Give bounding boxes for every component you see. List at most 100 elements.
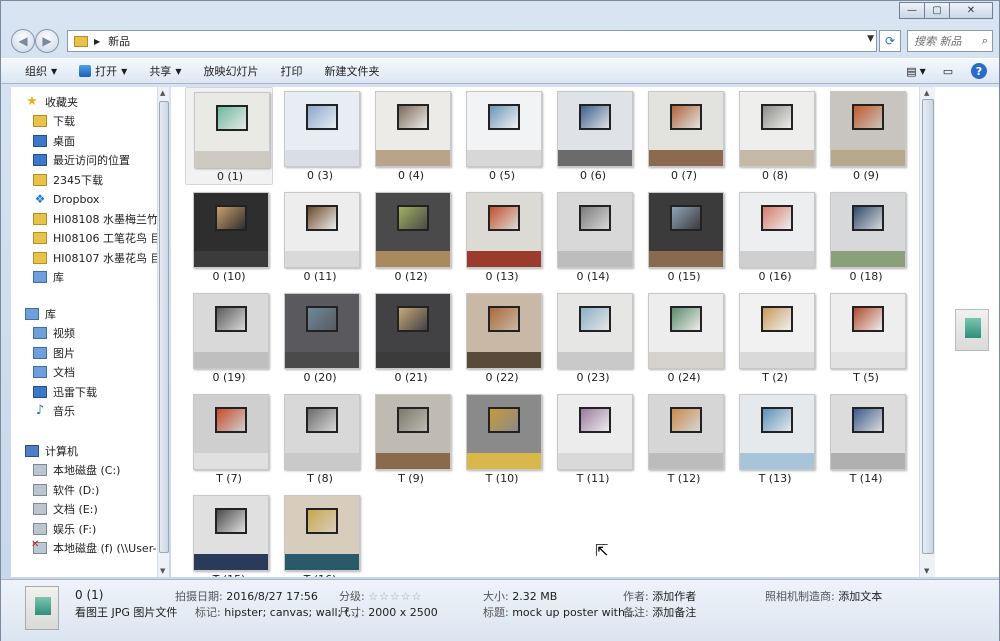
nav-library-header[interactable]: 库 <box>25 304 56 323</box>
explorer-window: — ▢ ✕ ◀ ▶ ▶ 新品 ▼ ⟳ 搜索 新品 ⌕ 组织 ▼ 打开 ▼ 共享 ▼ 放… <box>0 0 1000 641</box>
scroll-down-icon[interactable]: ▼ <box>160 567 165 575</box>
nav-favorites-item[interactable]: 最近访问的位置 <box>33 151 130 170</box>
nav-computer-item[interactable]: 软件 (D:) <box>33 480 99 499</box>
preview-pane-button[interactable]: ▭ <box>939 62 957 80</box>
navigation-scrollbar[interactable]: ▲ ▼ <box>157 87 169 577</box>
file-thumbnail-item[interactable]: 0 (7) <box>640 87 728 185</box>
file-thumbnail-item[interactable]: 0 (16) <box>731 188 819 286</box>
slideshow-button[interactable]: 放映幻灯片 <box>192 59 269 83</box>
thumbnail-furniture <box>831 452 905 469</box>
nav-library-item[interactable]: ♪ 音乐 <box>33 402 75 421</box>
print-label: 打印 <box>280 65 303 78</box>
file-thumbnail-item[interactable]: 0 (22) <box>458 289 546 387</box>
scroll-thumb[interactable] <box>159 101 169 553</box>
rating-stars[interactable]: ☆☆☆☆☆ <box>368 590 422 603</box>
file-thumbnail-item[interactable]: 0 (5) <box>458 87 546 185</box>
nav-library-item[interactable]: 迅雷下载 <box>33 382 97 401</box>
search-input[interactable]: 搜索 新品 ⌕ <box>907 30 993 52</box>
file-thumbnail-item[interactable]: T (9) <box>367 390 455 488</box>
search-icon[interactable]: ⌕ <box>982 34 988 48</box>
comment-value[interactable]: 添加备注 <box>652 606 696 619</box>
nav-computer-item[interactable]: 本地磁盘 (C:) <box>33 461 120 480</box>
nav-library-item[interactable]: 视频 <box>33 324 75 343</box>
file-thumbnail-item[interactable]: 0 (19) <box>185 289 273 387</box>
nav-computer-header[interactable]: 计算机 <box>25 441 78 460</box>
file-thumbnail-item[interactable]: T (14) <box>822 390 910 488</box>
view-options-button[interactable]: ▤ ▼ <box>906 62 926 80</box>
thumbnail-artwork <box>578 406 612 434</box>
file-thumbnail-item[interactable]: 0 (24) <box>640 289 728 387</box>
back-button[interactable]: ◀ <box>11 29 35 53</box>
nav-library-item[interactable]: 图片 <box>33 343 75 362</box>
file-thumbnail-item[interactable]: T (2) <box>731 289 819 387</box>
nav-favorites-item[interactable]: 桌面 <box>33 131 75 150</box>
file-thumbnail-item[interactable]: 0 (10) <box>185 188 273 286</box>
file-thumbnail-item[interactable]: T (10) <box>458 390 546 488</box>
file-thumbnail-item[interactable]: 0 (8) <box>731 87 819 185</box>
breadcrumb-current[interactable]: 新品 <box>108 33 130 49</box>
file-thumbnail-item[interactable]: T (8) <box>276 390 364 488</box>
nav-favorites-item[interactable]: 2345下载 <box>33 170 103 189</box>
nav-favorites-header[interactable]: ★ 收藏夹 <box>25 92 78 111</box>
file-thumbnail-item[interactable]: T (5) <box>822 289 910 387</box>
minimize-button[interactable]: — <box>899 2 925 19</box>
author-value[interactable]: 添加作者 <box>652 590 696 603</box>
date-value[interactable]: 2016/8/27 17:56 <box>226 590 318 603</box>
file-thumbnail-item[interactable]: T (12) <box>640 390 728 488</box>
nav-favorites-item[interactable]: 库 <box>33 268 64 287</box>
file-thumbnail-item[interactable]: 0 (9) <box>822 87 910 185</box>
file-thumbnail-item[interactable]: 0 (1) <box>185 87 273 185</box>
file-thumbnail-item[interactable]: 0 (23) <box>549 289 637 387</box>
refresh-button[interactable]: ⟳ <box>879 30 901 52</box>
file-thumbnail-item[interactable]: T (16) <box>276 491 364 577</box>
forward-button[interactable]: ▶ <box>35 29 59 53</box>
file-thumbnail-item[interactable]: 0 (6) <box>549 87 637 185</box>
file-thumbnail-item[interactable]: 0 (15) <box>640 188 728 286</box>
title-value[interactable]: mock up poster with ... <box>512 606 639 619</box>
file-thumbnail-item[interactable]: 0 (3) <box>276 87 364 185</box>
share-button[interactable]: 共享 ▼ <box>138 59 192 83</box>
file-thumbnail-item[interactable]: 0 (20) <box>276 289 364 387</box>
nav-computer-item[interactable]: 本地磁盘 (f) (\\User-2 <box>31 539 157 558</box>
organize-button[interactable]: 组织 ▼ <box>1 59 68 83</box>
file-thumbnail-item[interactable]: 0 (13) <box>458 188 546 286</box>
chevron-down-icon: ▼ <box>121 66 128 76</box>
open-button[interactable]: 打开 ▼ <box>68 59 138 83</box>
nav-favorites-item[interactable]: HI08108 水墨梅兰竹菊 <box>33 209 157 228</box>
scroll-down-icon[interactable]: ▼ <box>924 567 929 575</box>
maximize-button[interactable]: ▢ <box>924 2 950 19</box>
thumbnail-artwork <box>396 103 430 131</box>
new-folder-button[interactable]: 新建文件夹 <box>313 59 390 83</box>
file-thumbnail-item[interactable]: 0 (11) <box>276 188 364 286</box>
print-button[interactable]: 打印 <box>269 59 313 83</box>
nav-favorites-item[interactable]: ❖ Dropbox <box>33 190 100 209</box>
nav-computer-item[interactable]: 娱乐 (F:) <box>33 519 96 538</box>
file-thumbnail-item[interactable]: 0 (18) <box>822 188 910 286</box>
breadcrumb-arrow-icon[interactable]: ▶ <box>94 37 100 46</box>
thumbnail-artwork <box>305 103 339 131</box>
file-thumbnail-item[interactable]: T (13) <box>731 390 819 488</box>
file-thumbnail-item[interactable]: 0 (21) <box>367 289 455 387</box>
nav-favorites-item[interactable]: 下载 <box>33 112 75 131</box>
file-thumbnail-item[interactable]: 0 (12) <box>367 188 455 286</box>
nav-computer-item[interactable]: 文档 (E:) <box>33 500 98 519</box>
file-thumbnail-item[interactable]: T (11) <box>549 390 637 488</box>
scroll-up-icon[interactable]: ▲ <box>160 89 165 97</box>
camera-maker-value[interactable]: 添加文本 <box>838 590 882 603</box>
address-dropdown-icon[interactable]: ▼ <box>867 34 874 44</box>
file-thumbnail-item[interactable]: 0 (14) <box>549 188 637 286</box>
scroll-thumb[interactable] <box>922 99 934 554</box>
file-thumbnail-item[interactable]: T (15) <box>185 491 273 577</box>
file-thumbnail-item[interactable]: T (7) <box>185 390 273 488</box>
file-list-scrollbar[interactable]: ▲ ▼ <box>919 87 935 577</box>
help-button[interactable]: ? <box>971 63 987 79</box>
nav-favorites-item[interactable]: HI08106 工笔花鸟 目录 <box>33 229 157 248</box>
address-bar[interactable]: ▶ 新品 ▼ <box>67 30 877 52</box>
nav-favorites-item[interactable]: HI08107 水墨花鸟 目录 <box>33 248 157 267</box>
nav-library-item[interactable]: 文档 <box>33 363 75 382</box>
image-thumbnail <box>466 293 542 369</box>
file-thumbnail-item[interactable]: 0 (4) <box>367 87 455 185</box>
scroll-up-icon[interactable]: ▲ <box>924 89 929 97</box>
thumbnail-artwork <box>578 204 612 232</box>
close-button[interactable]: ✕ <box>949 2 993 19</box>
